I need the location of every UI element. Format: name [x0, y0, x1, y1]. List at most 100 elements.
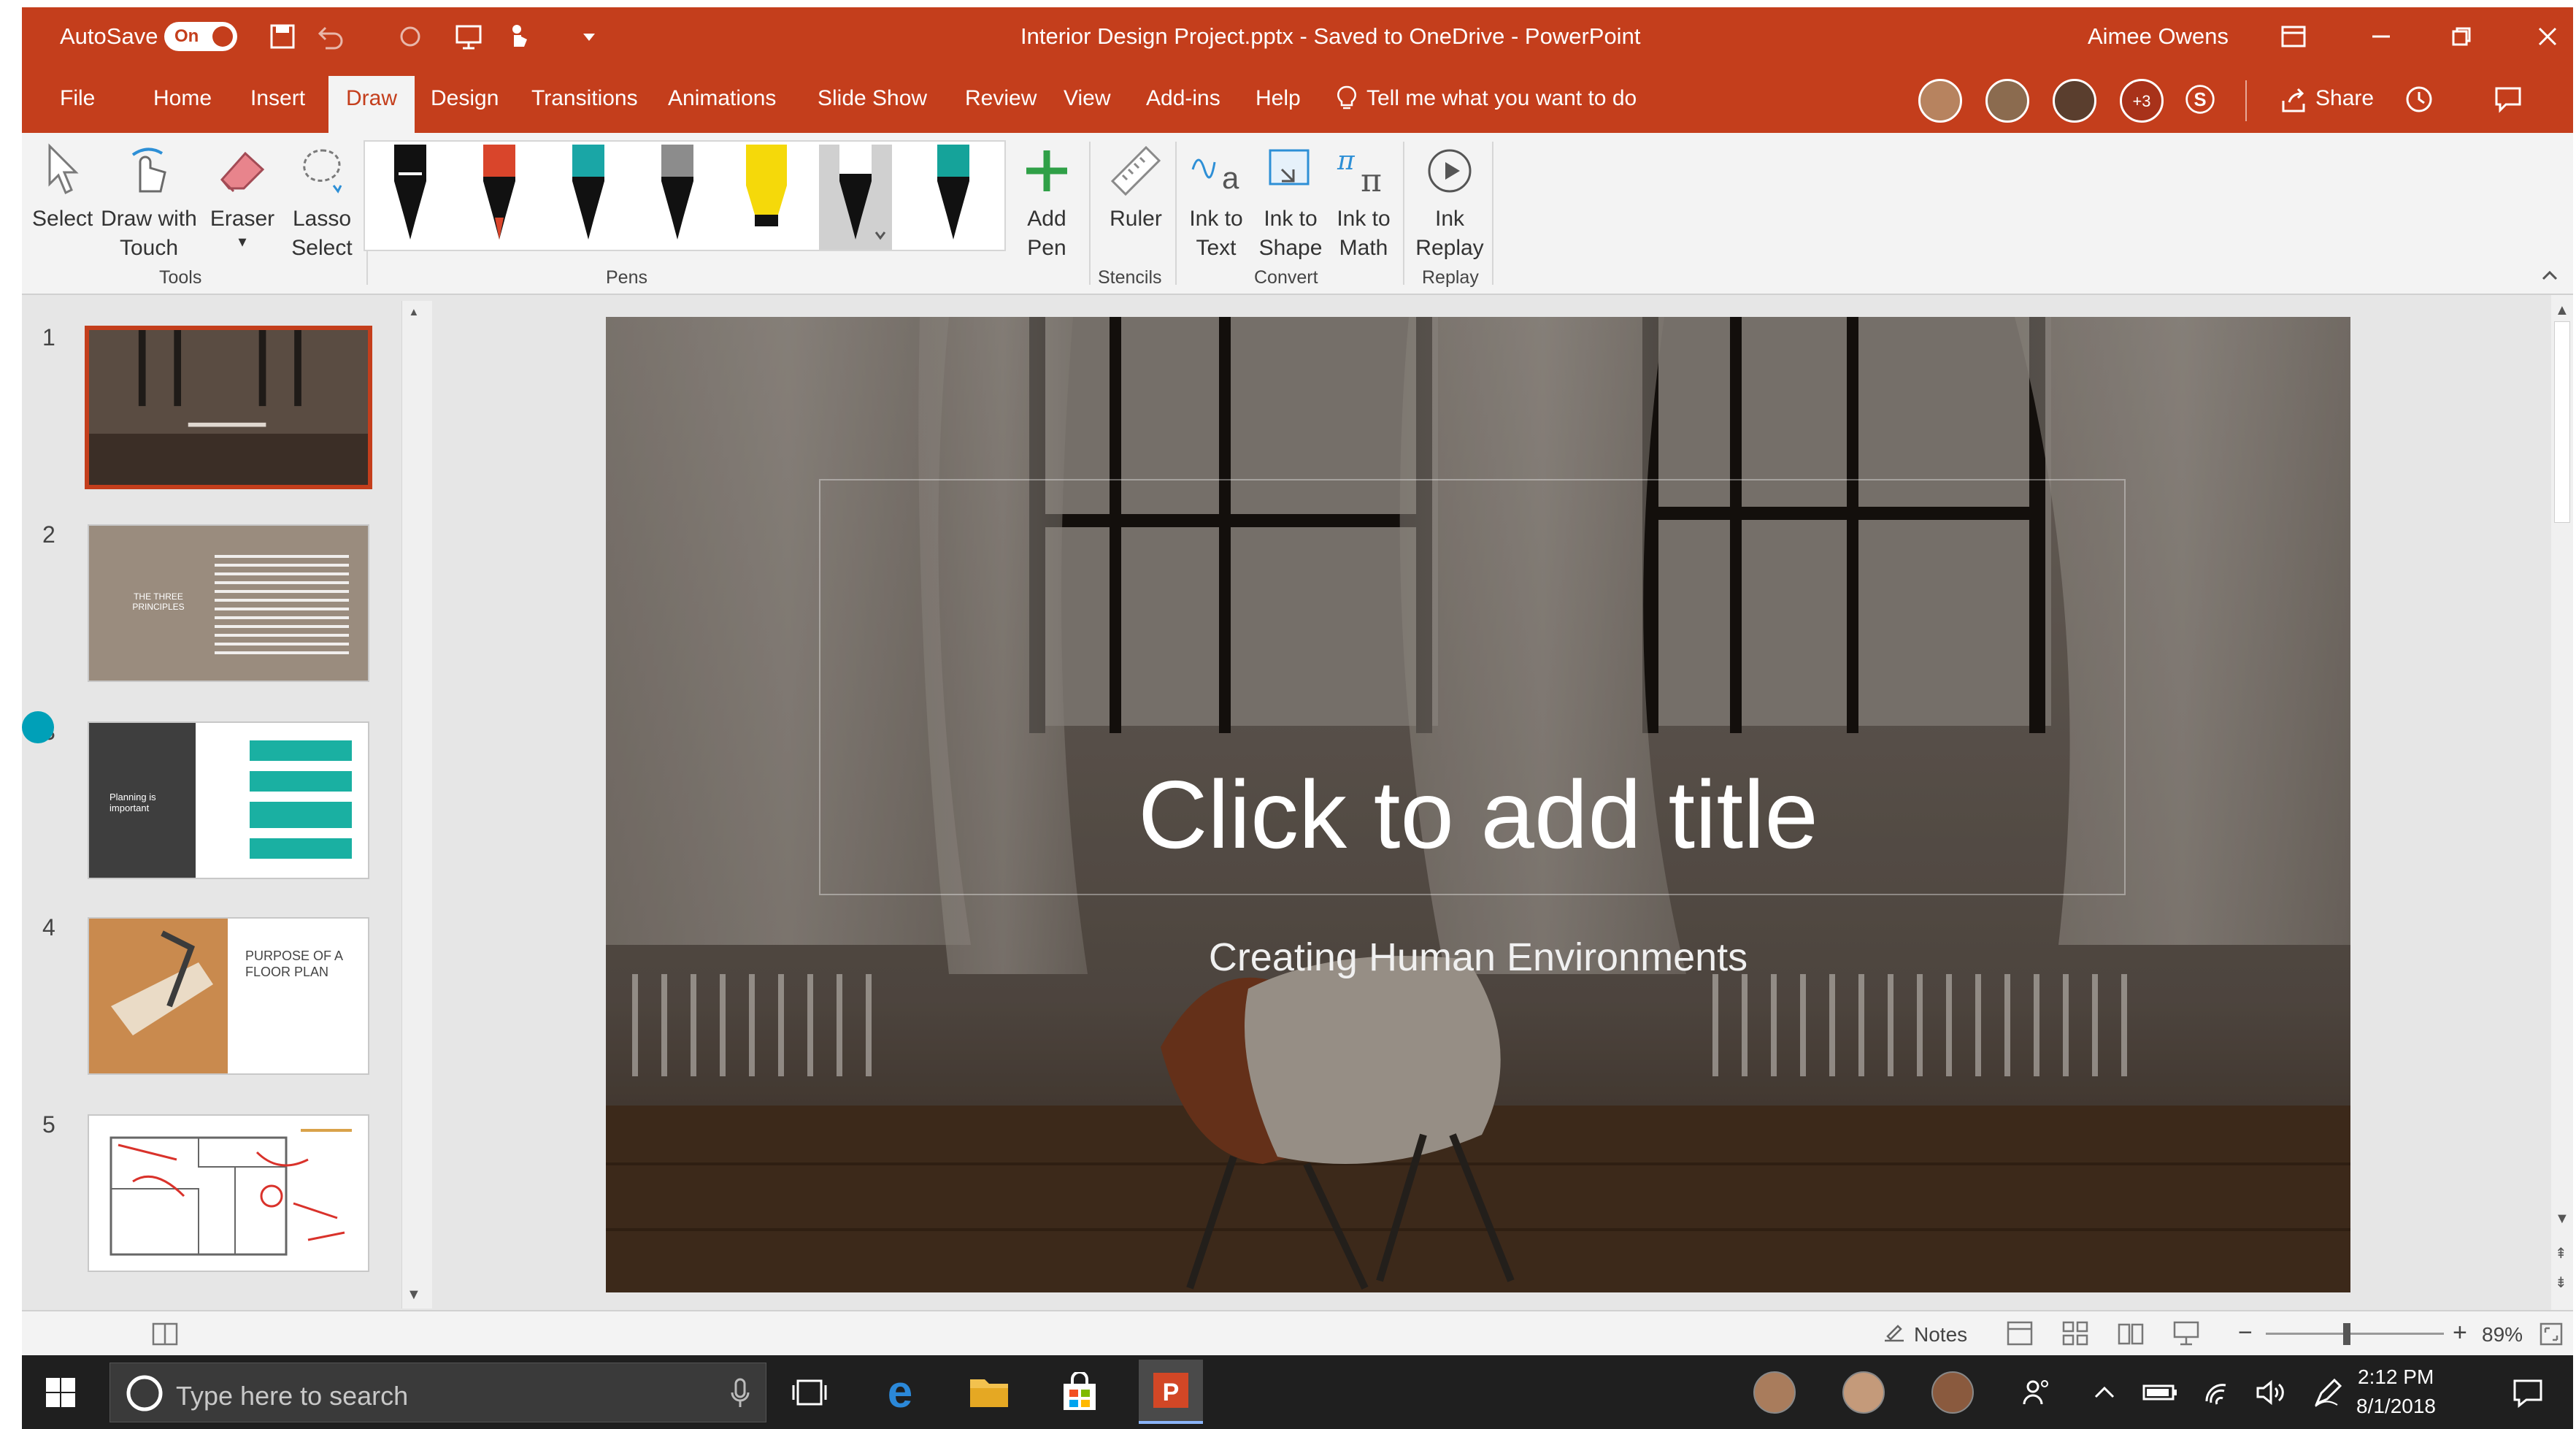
- more-collaborators-badge[interactable]: +3: [2120, 79, 2164, 123]
- reading-view-icon[interactable]: [2117, 1320, 2145, 1352]
- undo-icon[interactable]: [314, 20, 346, 53]
- customize-toolbar-icon[interactable]: [573, 20, 605, 53]
- tab-draw[interactable]: Draw: [328, 76, 415, 133]
- ink-replay-button[interactable]: Ink Replay: [1412, 140, 1488, 263]
- collaborator-avatar[interactable]: [1985, 79, 2029, 123]
- microphone-icon[interactable]: [729, 1378, 751, 1414]
- slide-thumbnail-3[interactable]: Planning is important: [88, 721, 369, 879]
- people-avatar[interactable]: [1931, 1371, 1974, 1414]
- pencil-gray-icon[interactable]: [641, 145, 714, 250]
- collapse-ribbon-icon[interactable]: [2539, 264, 2561, 286]
- clock-time[interactable]: 2:12 PM: [2358, 1365, 2434, 1389]
- tab-view[interactable]: View: [1064, 86, 1110, 111]
- task-view-icon[interactable]: [785, 1368, 834, 1417]
- redo-icon[interactable]: [394, 20, 426, 53]
- ink-to-shape-button[interactable]: Ink to Shape: [1256, 140, 1326, 263]
- eraser-dropdown-icon[interactable]: ▾: [206, 234, 279, 250]
- pen-red-icon[interactable]: [463, 145, 536, 250]
- present-from-beginning-icon[interactable]: [453, 20, 485, 53]
- restore-icon[interactable]: [2445, 20, 2477, 53]
- people-avatar[interactable]: [1753, 1371, 1796, 1414]
- collaborator-avatar[interactable]: [1918, 79, 1962, 123]
- action-center-icon[interactable]: [2504, 1368, 2552, 1417]
- minimize-icon[interactable]: [2365, 20, 2397, 53]
- collaborator-avatar[interactable]: [2053, 79, 2096, 123]
- zoom-slider-track[interactable]: [2266, 1333, 2444, 1335]
- thumbnail-scrollbar[interactable]: ▲ ▼: [401, 301, 432, 1309]
- slide-thumbnail-2[interactable]: THE THREE PRINCIPLES: [88, 524, 369, 682]
- draw-with-touch-button[interactable]: Draw with Touch: [98, 140, 200, 263]
- volume-icon[interactable]: [2248, 1368, 2296, 1417]
- people-avatar[interactable]: [1842, 1371, 1885, 1414]
- microsoft-store-icon[interactable]: [1056, 1368, 1104, 1417]
- tab-slide-show[interactable]: Slide Show: [818, 86, 927, 111]
- zoom-out-button[interactable]: −: [2238, 1319, 2253, 1347]
- add-pen-button[interactable]: Add Pen: [1010, 140, 1083, 263]
- slide-thumbnail-4[interactable]: PURPOSE OF A FLOOR PLAN: [88, 917, 369, 1075]
- tab-transitions[interactable]: Transitions: [531, 86, 638, 111]
- ink-to-math-button[interactable]: ππ Ink to Math: [1329, 140, 1399, 263]
- slide-show-icon[interactable]: [2172, 1320, 2200, 1352]
- save-icon[interactable]: [266, 20, 299, 53]
- select-button[interactable]: Select: [32, 140, 93, 234]
- share-icon[interactable]: [2277, 85, 2310, 117]
- pen-green-icon[interactable]: [917, 145, 990, 250]
- clock-date[interactable]: 8/1/2018: [2356, 1395, 2436, 1418]
- normal-view-icon[interactable]: [2006, 1320, 2034, 1352]
- skype-icon[interactable]: S: [2184, 83, 2216, 115]
- user-name[interactable]: Aimee Owens: [2088, 23, 2229, 50]
- scroll-thumb[interactable]: [2554, 321, 2570, 523]
- comments-icon[interactable]: [2492, 83, 2524, 115]
- tab-review[interactable]: Review: [965, 86, 1037, 111]
- scroll-down-icon[interactable]: ▼: [2555, 1211, 2569, 1227]
- notes-view-icon[interactable]: [150, 1322, 180, 1352]
- ruler-button[interactable]: Ruler: [1099, 140, 1172, 234]
- tab-add-ins[interactable]: Add-ins: [1146, 86, 1220, 111]
- eraser-button[interactable]: Eraser ▾: [206, 140, 279, 250]
- powerpoint-taskbar-icon[interactable]: P: [1139, 1360, 1203, 1424]
- zoom-level[interactable]: 89%: [2482, 1323, 2523, 1346]
- slide-thumbnail-5[interactable]: [88, 1114, 369, 1272]
- previous-slide-icon[interactable]: ⇞: [2555, 1244, 2567, 1263]
- slide-thumbnail-1[interactable]: [85, 326, 372, 489]
- zoom-in-button[interactable]: +: [2453, 1319, 2467, 1347]
- tab-home[interactable]: Home: [153, 86, 212, 111]
- autosave-toggle[interactable]: On: [164, 22, 237, 51]
- tab-help[interactable]: Help: [1256, 86, 1301, 111]
- pen-black-icon[interactable]: [374, 145, 447, 250]
- ribbon-display-options-icon[interactable]: [2277, 20, 2310, 53]
- slide-canvas[interactable]: Click to add title Creating Human Enviro…: [606, 317, 2350, 1292]
- file-explorer-icon[interactable]: [965, 1368, 1013, 1417]
- pen-teal-icon[interactable]: [552, 145, 625, 250]
- wifi-icon[interactable]: [2194, 1368, 2242, 1417]
- next-slide-icon[interactable]: ⇟: [2555, 1273, 2567, 1292]
- fit-to-window-icon[interactable]: [2539, 1322, 2564, 1352]
- chevron-up-icon[interactable]: [2080, 1368, 2129, 1417]
- tell-me-search[interactable]: Tell me what you want to do: [1366, 86, 1637, 111]
- zoom-slider-handle[interactable]: [2343, 1323, 2350, 1345]
- slide-subtitle[interactable]: Creating Human Environments: [606, 935, 2350, 980]
- tab-file[interactable]: File: [60, 86, 95, 111]
- pen-black-selected-icon[interactable]: [819, 145, 892, 250]
- close-icon[interactable]: [2531, 20, 2564, 53]
- slide-sorter-icon[interactable]: [2061, 1320, 2089, 1352]
- tab-animations[interactable]: Animations: [668, 86, 776, 111]
- pen-workspace-icon[interactable]: [2304, 1368, 2352, 1417]
- taskbar-search-box[interactable]: Type here to search: [109, 1363, 766, 1422]
- ink-to-text-button[interactable]: a Ink to Text: [1181, 140, 1251, 263]
- notes-button[interactable]: Notes: [1914, 1323, 1967, 1346]
- lasso-select-button[interactable]: Lasso Select: [282, 140, 362, 263]
- history-icon[interactable]: [2403, 83, 2435, 115]
- scroll-up-icon[interactable]: ▲: [2555, 302, 2569, 319]
- slide-title[interactable]: Click to add title: [606, 759, 2350, 870]
- people-icon[interactable]: [2013, 1368, 2061, 1417]
- touch-mode-icon[interactable]: [504, 20, 536, 53]
- edge-browser-icon[interactable]: e: [876, 1368, 924, 1417]
- tab-design[interactable]: Design: [431, 86, 499, 111]
- highlighter-yellow-icon[interactable]: [730, 145, 803, 250]
- scroll-down-icon[interactable]: ▼: [407, 1287, 421, 1303]
- thumbnail-scroll-track[interactable]: [407, 315, 427, 1075]
- battery-icon[interactable]: [2136, 1368, 2184, 1417]
- tab-insert[interactable]: Insert: [250, 86, 305, 111]
- share-button[interactable]: Share: [2315, 86, 2374, 111]
